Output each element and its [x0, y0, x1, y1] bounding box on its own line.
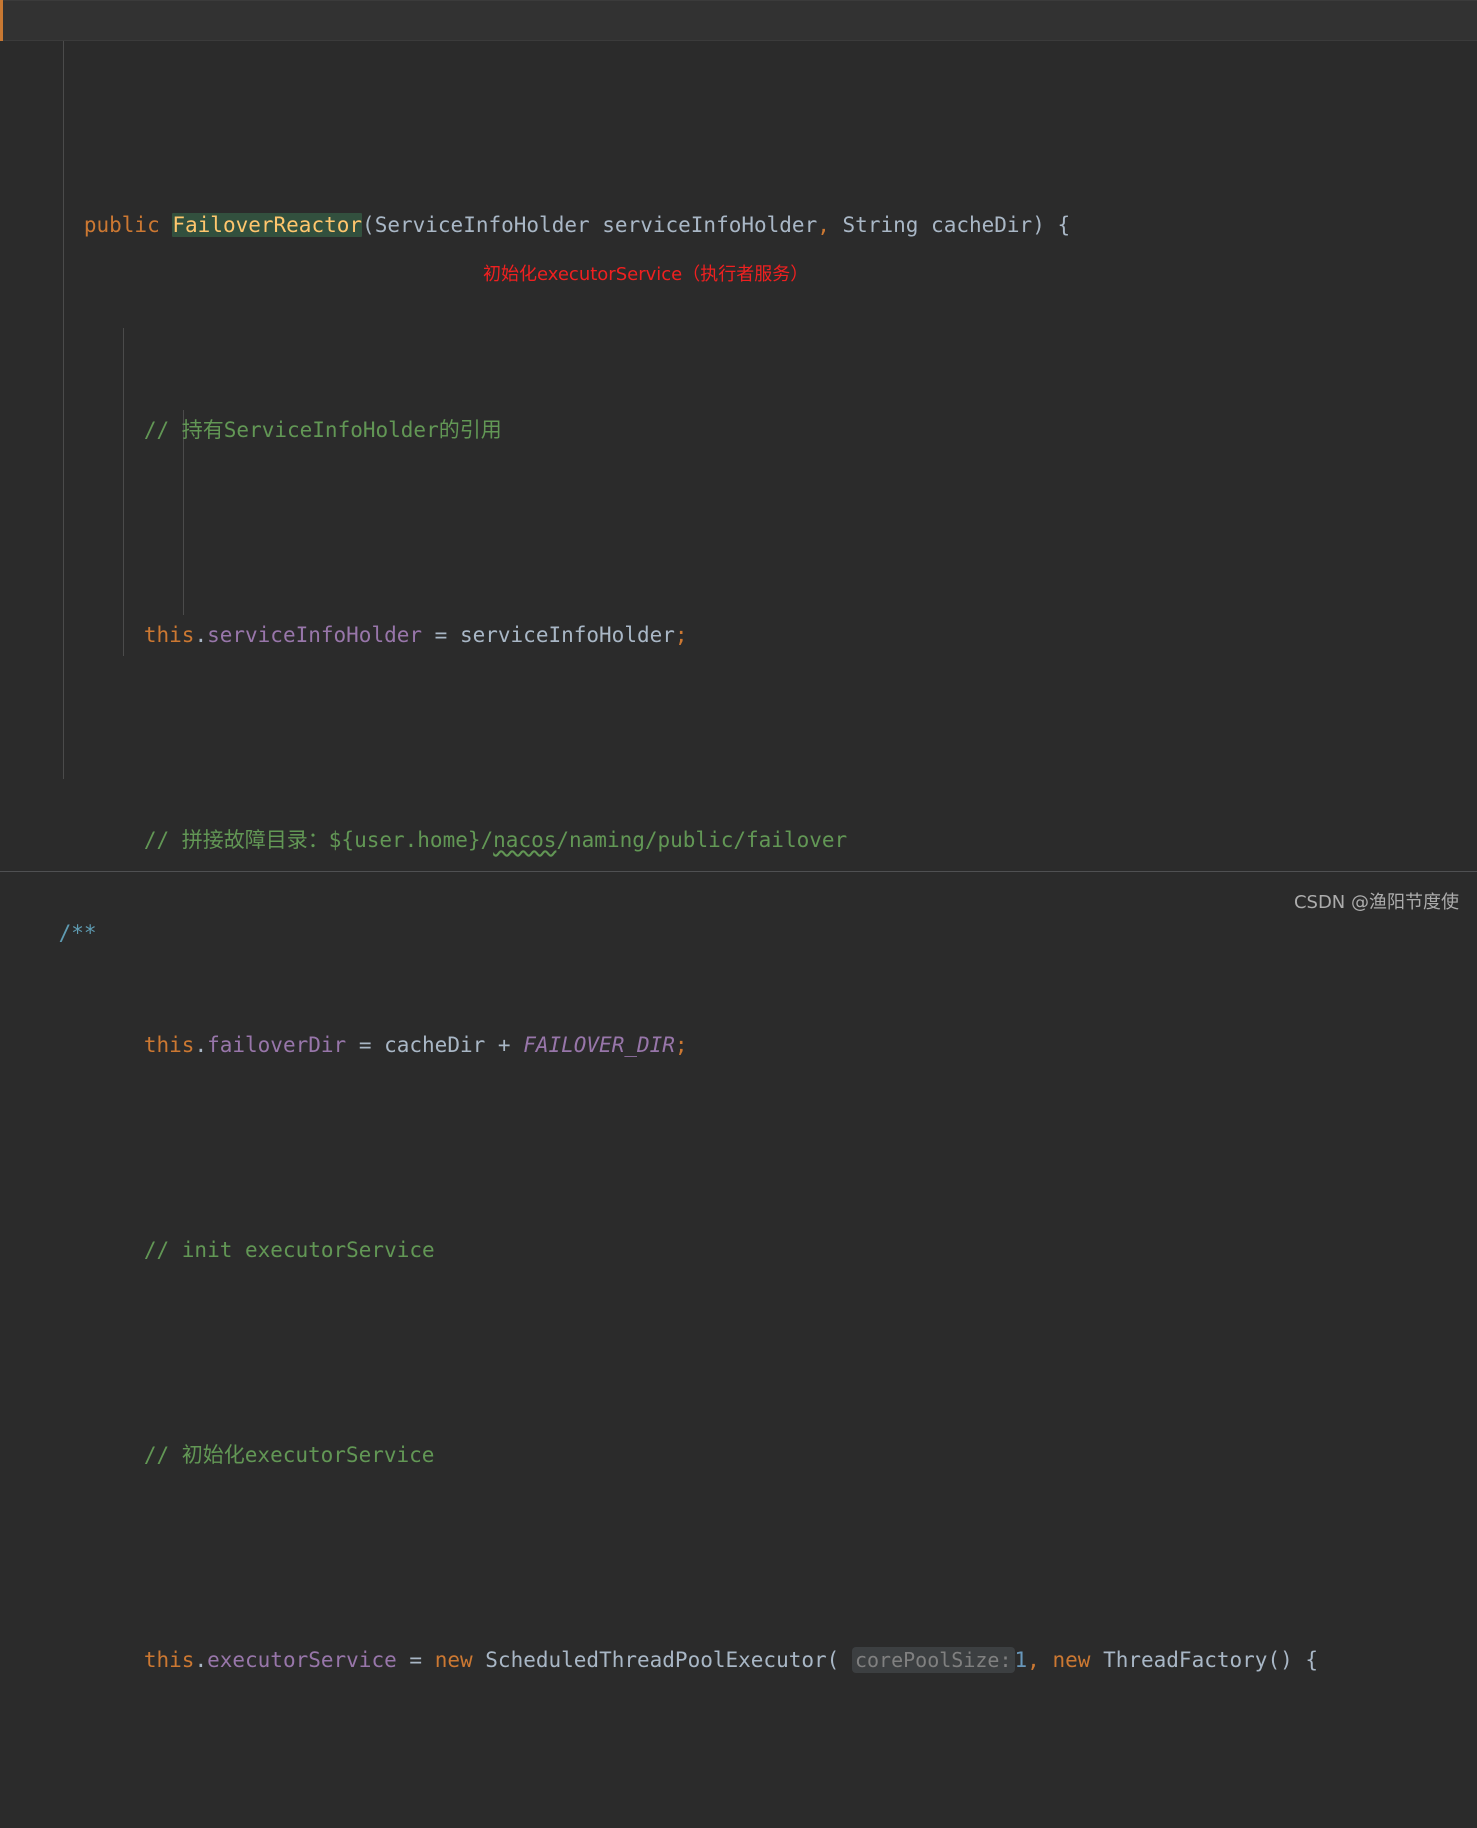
- doc-comment-strip[interactable]: /**: [0, 872, 1477, 945]
- token-field-serviceinfoholder: serviceInfoHolder: [207, 623, 423, 647]
- code-editor[interactable]: public FailoverReactor(ServiceInfoHolder…: [0, 0, 1477, 1673]
- token-keyword-this-2: this: [143, 1033, 195, 1057]
- code-line-2[interactable]: // 持有ServiceInfoHolder的引用: [0, 369, 1477, 442]
- token-constructor-name: FailoverReactor: [172, 213, 363, 237]
- comment-failover-dir-suffix: /naming/public/failover: [556, 828, 848, 852]
- token-static-failover-dir: FAILOVER_DIR: [523, 1033, 675, 1057]
- token-param-cachedir: cacheDir: [931, 213, 1033, 237]
- token-doc-comment-start: /**: [58, 921, 97, 945]
- code-line-5[interactable]: this.failoverDir = cacheDir + FAILOVER_D…: [0, 984, 1477, 1057]
- code-line-4[interactable]: // 拼接故障目录：${user.home}/nacos/naming/publ…: [0, 779, 1477, 852]
- code-line-9[interactable]: @Override: [0, 1804, 1477, 1828]
- token-number-one: 1: [1014, 1648, 1028, 1672]
- comment-init-executorservice-zh: // 初始化executorService: [143, 1443, 435, 1467]
- comment-typo-nacos: nacos: [493, 828, 557, 852]
- code-line-1[interactable]: public FailoverReactor(ServiceInfoHolder…: [0, 164, 1477, 237]
- comment-hold-reference: // 持有ServiceInfoHolder的引用: [143, 418, 502, 442]
- token-keyword-new-2: new: [1052, 1648, 1091, 1672]
- inlay-hint-corepoolsize[interactable]: corePoolSize:: [851, 1647, 1015, 1673]
- code-line-3[interactable]: this.serviceInfoHolder = serviceInfoHold…: [0, 574, 1477, 647]
- token-keyword-this-3: this: [143, 1648, 195, 1672]
- comment-init-executorservice-en: // init executorService: [143, 1238, 435, 1262]
- comment-failover-dir-prefix: // 拼接故障目录：${user.home}/: [143, 828, 494, 852]
- token-keyword-this-1: this: [143, 623, 195, 647]
- token-field-failoverdir: failoverDir: [207, 1033, 347, 1057]
- token-field-executorservice: executorService: [207, 1648, 397, 1672]
- token-arg-serviceinfoholder: serviceInfoHolder: [459, 623, 675, 647]
- red-annotation-executorservice: 初始化executorService（执行者服务）: [483, 264, 809, 285]
- token-keyword-public: public: [83, 213, 160, 237]
- token-type-scheduledthreadpoolexecutor: ScheduledThreadPoolExecutor: [485, 1648, 827, 1672]
- token-type-threadfactory: ThreadFactory: [1103, 1648, 1268, 1672]
- token-type-string: String: [842, 213, 919, 237]
- code-line-6[interactable]: // init executorService: [0, 1189, 1477, 1262]
- code-lines: public FailoverReactor(ServiceInfoHolder…: [0, 0, 1477, 1673]
- csdn-watermark: CSDN @渔阳节度使: [1293, 892, 1459, 913]
- token-arg-cachedir: cacheDir: [384, 1033, 486, 1057]
- code-line-7[interactable]: // 初始化executorService: [0, 1394, 1477, 1467]
- code-line-8[interactable]: this.executorService = new ScheduledThre…: [0, 1599, 1477, 1673]
- token-param-serviceinfoholder: serviceInfoHolder: [602, 213, 818, 237]
- token-type-serviceinfoholder: ServiceInfoHolder: [374, 213, 590, 237]
- token-keyword-new-1: new: [434, 1648, 473, 1672]
